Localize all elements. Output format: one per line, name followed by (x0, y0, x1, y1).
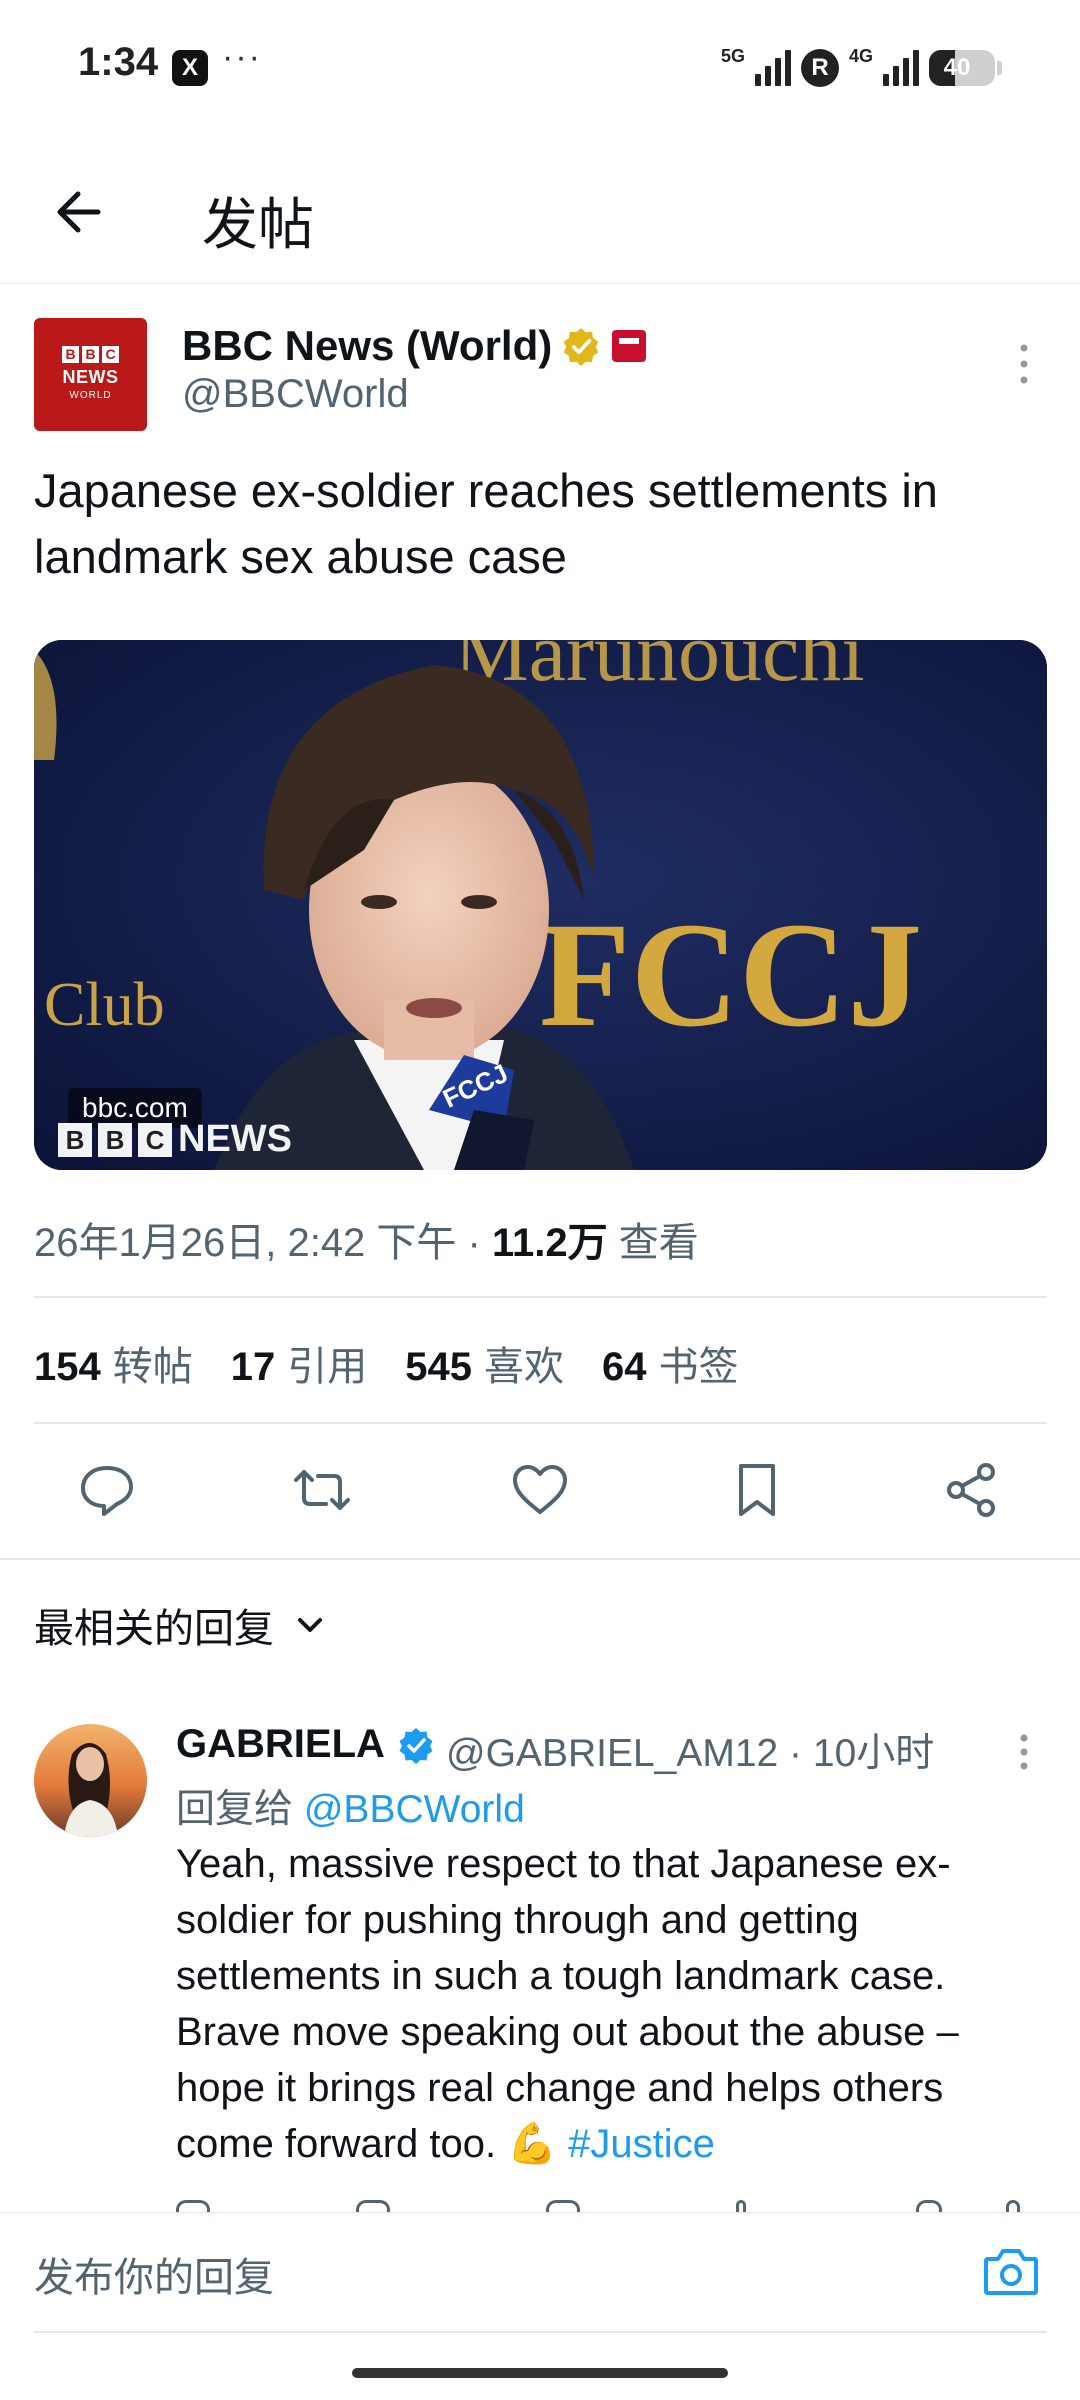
x-app-icon: X (172, 50, 208, 86)
network-4g-label: 4G (848, 45, 873, 66)
backdrop-fccj: FCCJ (539, 892, 922, 1058)
hashtag-link[interactable]: #Justice (568, 2122, 715, 2166)
avatar-block-b1: B (62, 346, 79, 363)
engagement-stats: 154 转帖 17 引用 545 喜欢 64 书签 (34, 1334, 739, 1392)
vpn-icon: R (800, 49, 839, 87)
avatar-news-text: NEWS (62, 367, 119, 387)
stat-bookmarks[interactable]: 64 书签 (602, 1334, 739, 1392)
divider (34, 1422, 1047, 1424)
bookmark-icon[interactable] (727, 1460, 787, 1520)
divider (34, 1296, 1047, 1298)
reply-body: Yeah, massive respect to that Japanese e… (176, 1842, 959, 2166)
watermark-news-text: NEWS (178, 1118, 292, 1160)
reply-sort-dropdown[interactable]: 最相关的回复 (34, 1596, 328, 1654)
reply-avatar[interactable] (34, 1724, 147, 1837)
post-action-bar (0, 1440, 1080, 1540)
affiliate-badge-icon (612, 330, 646, 362)
reply-avatar-photo (34, 1724, 147, 1837)
post-image[interactable]: Marunouchi FCCJ Club FCCJ bbc.com B B C … (34, 640, 1047, 1170)
verified-blue-badge-icon (399, 1728, 433, 1764)
author-name[interactable]: BBC News (World) (182, 322, 552, 370)
network-5g-label: 5G (720, 45, 745, 66)
reply-to-line: 回复给 @BBCWorld (176, 1778, 525, 1834)
battery-icon: 40 (929, 50, 995, 86)
back-arrow-icon[interactable] (48, 180, 112, 244)
reply-handle-time[interactable]: @GABRIEL_AM12 · 10小时 (446, 1722, 934, 1778)
home-indicator[interactable] (352, 2368, 728, 2378)
more-notifications-icon: ··· (222, 38, 262, 76)
post-meta: 26年1月26日, 2:42 下午 · 11.2万 查看 (34, 1210, 699, 1268)
top-app-bar: 发帖 (0, 140, 1080, 284)
stat-reposts[interactable]: 154 转帖 (34, 1334, 193, 1392)
views-count[interactable]: 11.2万 (492, 1221, 608, 1265)
stat-likes[interactable]: 545 喜欢 (405, 1334, 564, 1392)
camera-icon[interactable] (982, 2245, 1040, 2297)
stat-quotes[interactable]: 17 引用 (231, 1334, 368, 1392)
status-time: 1:34 (78, 40, 159, 84)
status-bar: 1:34 X ··· 5G R 4G 40 (0, 0, 1080, 140)
author-handle[interactable]: @BBCWorld (182, 372, 409, 417)
page-title: 发帖 (202, 193, 314, 256)
avatar-block-b2: B (82, 346, 99, 363)
battery-level: 40 (943, 54, 971, 81)
reply-author-name[interactable]: GABRIELA (176, 1722, 385, 1767)
reply-input[interactable]: 发布你的回复 (34, 2245, 274, 2303)
sort-label: 最相关的回复 (34, 1607, 274, 1651)
views-label: 查看 (607, 1221, 699, 1265)
bbc-avatar[interactable]: B B C NEWS WORLD (34, 318, 147, 431)
repost-icon[interactable] (292, 1460, 352, 1520)
reply-more-options-icon[interactable] (1010, 1730, 1038, 1774)
like-heart-icon[interactable] (510, 1460, 570, 1520)
composer-underline (34, 2331, 1047, 2333)
watermark-block-b1: B (58, 1122, 92, 1157)
backdrop-club: Club (44, 971, 165, 1039)
avatar-world-text: WORLD (69, 390, 112, 401)
reply-to-prefix: 回复给 (176, 1788, 304, 1831)
watermark-block-c: C (138, 1122, 172, 1157)
avatar-block-c: C (102, 346, 119, 363)
chevron-down-icon (298, 1618, 322, 1632)
battery-tip (997, 61, 1002, 75)
post-text: Japanese ex-soldier reaches settlements … (34, 464, 938, 583)
share-icon[interactable] (942, 1460, 1002, 1520)
reply-composer[interactable]: 发布你的回复 (0, 2212, 1080, 2333)
verified-gold-badge-icon (563, 328, 599, 366)
watermark-block-b2: B (98, 1122, 132, 1157)
reply-icon[interactable] (77, 1460, 137, 1520)
status-icons: 5G R 4G 40 (721, 44, 1002, 92)
post-timestamp: 26年1月26日, 2:42 下午 · (34, 1221, 492, 1265)
reply-text: Yeah, massive respect to that Japanese e… (176, 1836, 1036, 2172)
bbc-news-watermark: B B C NEWS (58, 1118, 292, 1161)
backdrop-marunouchi: Marunouchi (454, 640, 865, 699)
section-divider (0, 1558, 1080, 1560)
signal-icon (754, 50, 791, 86)
more-options-icon[interactable] (1010, 340, 1038, 388)
signal-icon-2 (883, 50, 919, 86)
reply-to-handle[interactable]: @BBCWorld (304, 1788, 525, 1831)
